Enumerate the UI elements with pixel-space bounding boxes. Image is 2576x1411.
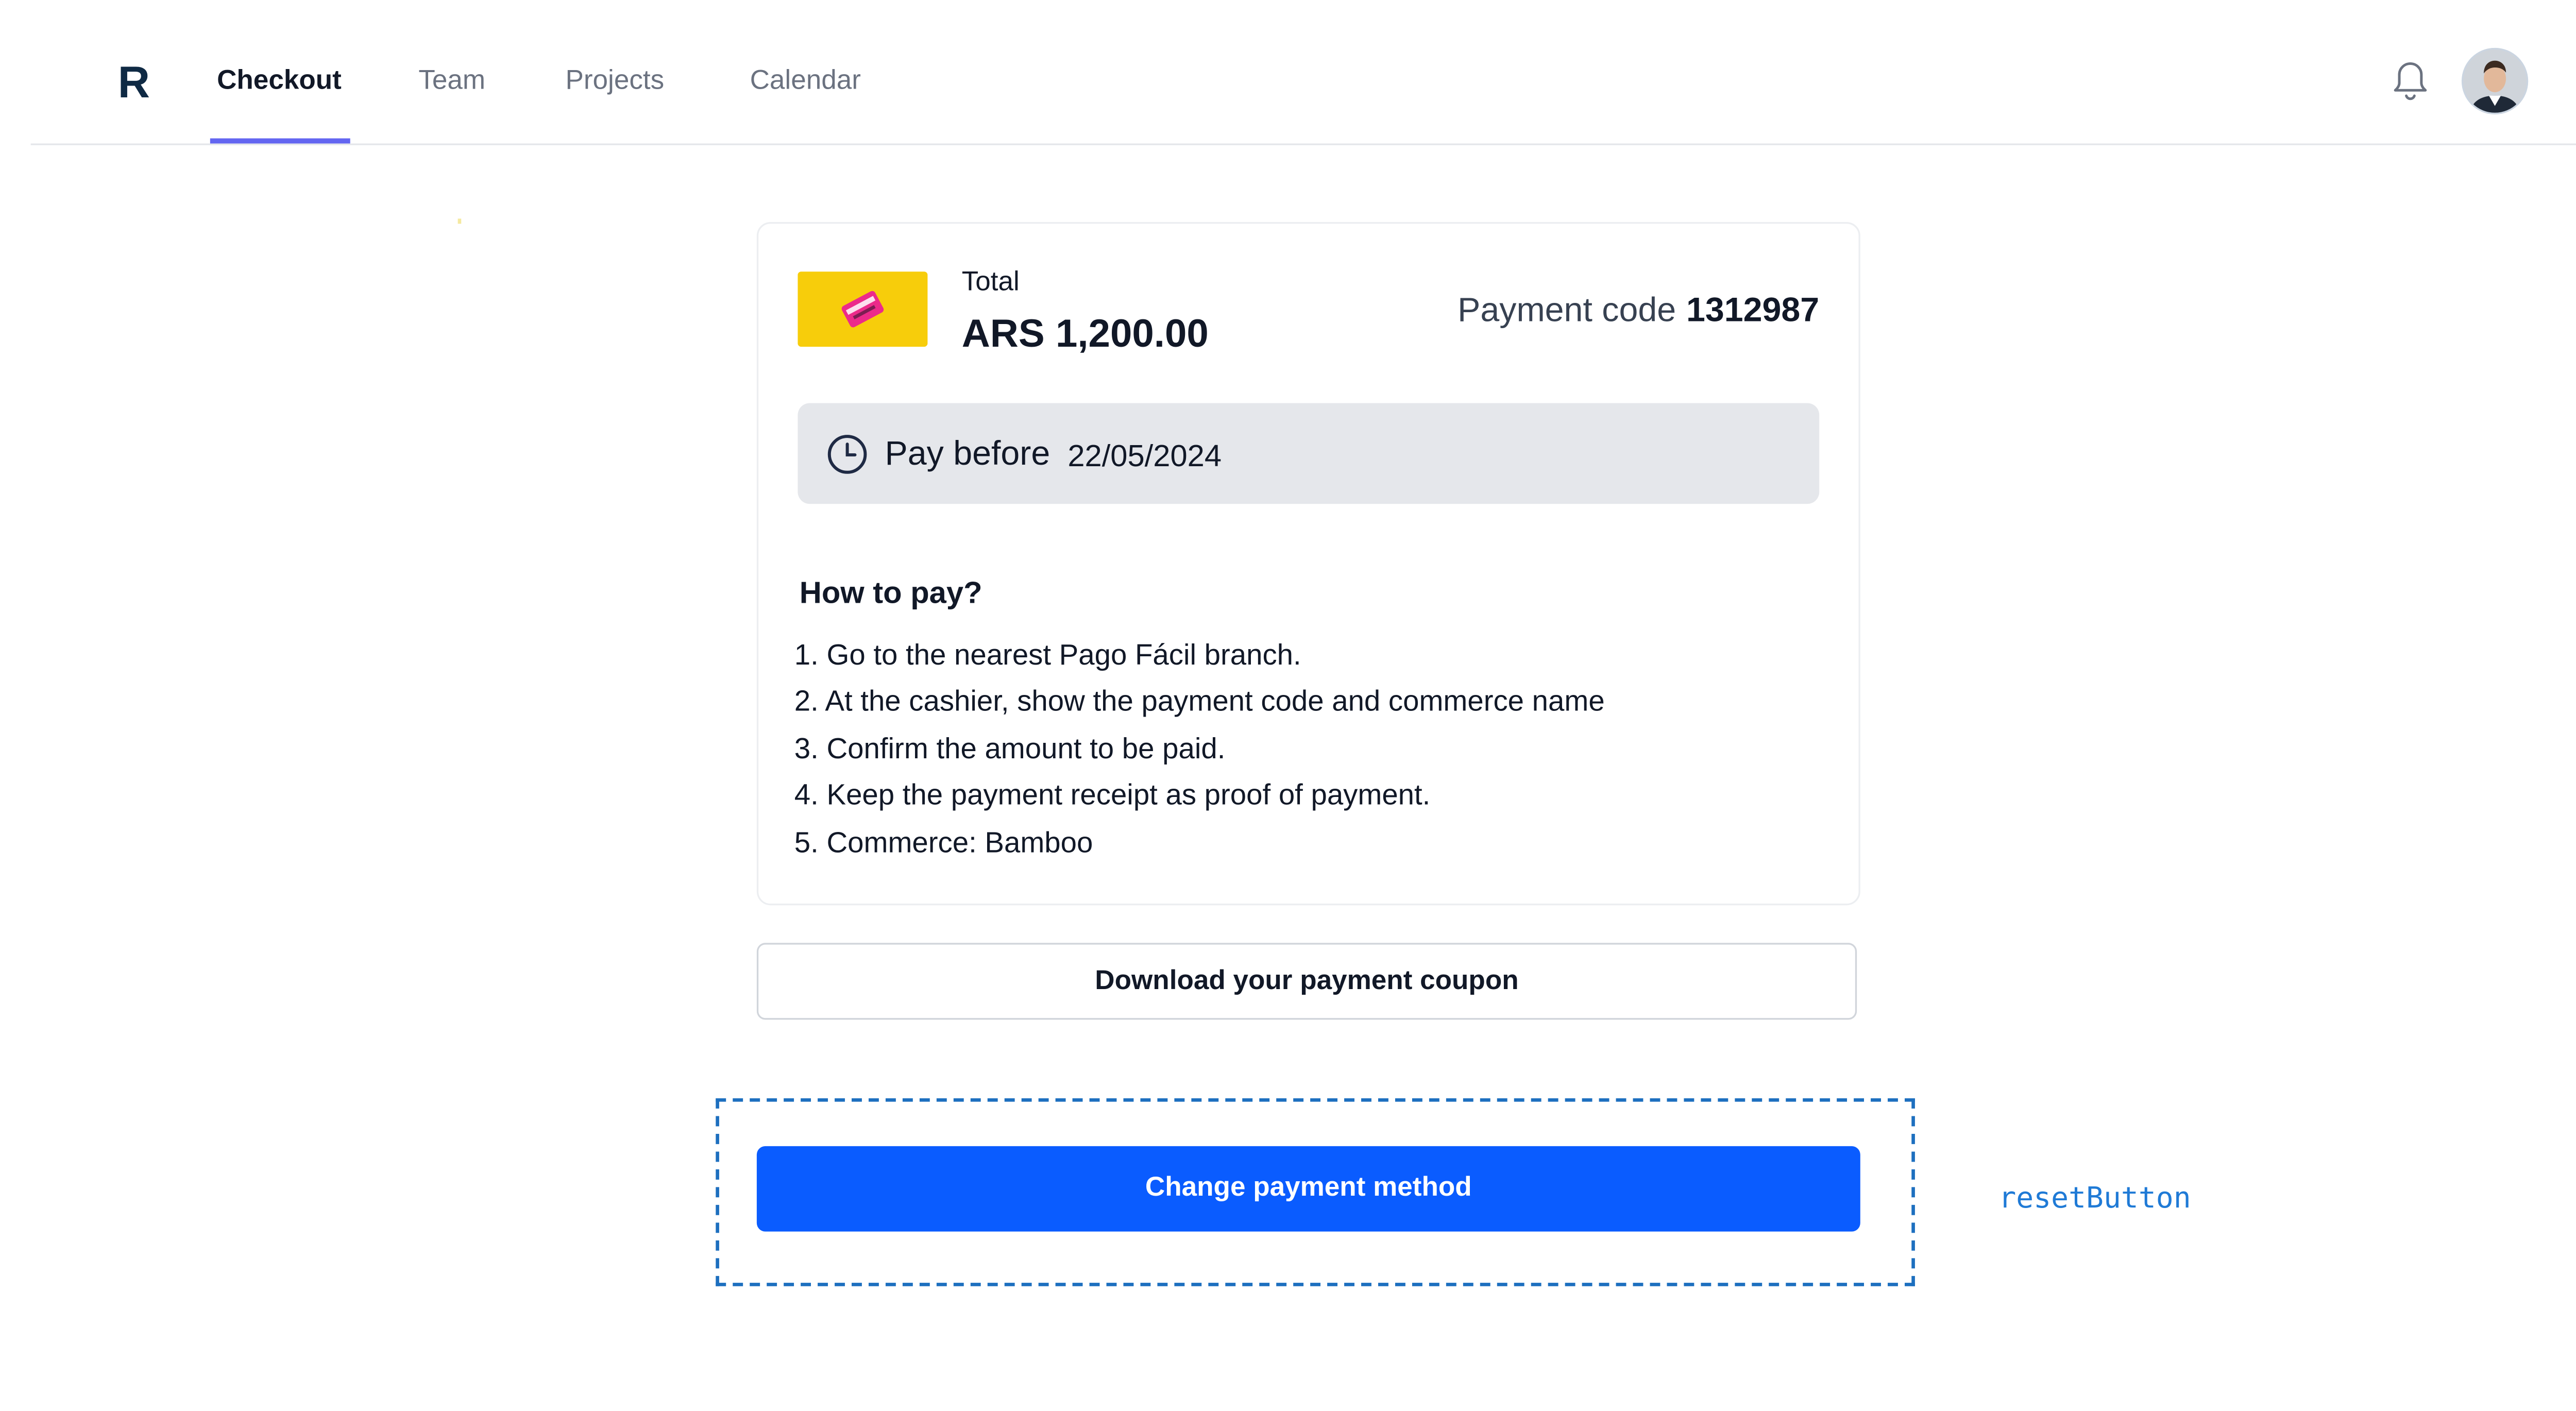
clock-icon — [827, 435, 867, 474]
pay-before-banner: Pay before 22/05/2024 — [798, 403, 1820, 504]
list-item: 5. Commerce: Bamboo — [794, 826, 1093, 859]
avatar-image — [2463, 49, 2527, 113]
list-item: 1. Go to the nearest Pago Fácil branch. — [794, 639, 1301, 672]
payment-steps-list: 1. Go to the nearest Pago Fácil branch. … — [794, 632, 1605, 866]
total-label: Total — [961, 268, 1020, 297]
decorative-dot — [457, 218, 462, 224]
tab-projects[interactable]: Projects — [565, 65, 664, 99]
tab-team[interactable]: Team — [418, 65, 485, 99]
page: R Checkout Team Projects Calendar Total … — [0, 0, 2576, 1411]
payment-code-label: Payment code — [1458, 292, 1676, 330]
payment-card: Total ARS 1,200.00 Payment code 1312987 P… — [756, 222, 1860, 906]
pago-facil-logo — [798, 271, 928, 347]
active-tab-indicator — [210, 138, 350, 144]
user-avatar[interactable] — [2463, 49, 2527, 113]
brand-logo[interactable]: R — [118, 55, 150, 109]
pay-before-label: Pay before — [885, 435, 1050, 473]
top-navbar: R Checkout Team Projects Calendar — [30, 0, 2576, 145]
payment-code: Payment code 1312987 — [1458, 288, 1819, 333]
pay-before-date: 22/05/2024 — [1067, 439, 1222, 473]
tab-checkout[interactable]: Checkout — [217, 65, 342, 99]
how-to-pay-title: How to pay? — [799, 575, 982, 610]
total-amount: ARS 1,200.00 — [961, 311, 1209, 355]
pago-facil-icon — [841, 291, 884, 328]
list-item: 3. Confirm the amount to be paid. — [794, 732, 1226, 765]
annotation-label: resetButton — [1998, 1182, 2191, 1216]
download-coupon-button[interactable]: Download your payment coupon — [756, 943, 1857, 1020]
tab-calendar[interactable]: Calendar — [750, 65, 861, 99]
list-item: 4. Keep the payment receipt as proof of … — [794, 779, 1431, 812]
change-payment-method-button[interactable]: Change payment method — [756, 1146, 1860, 1232]
payment-code-value[interactable]: 1312987 — [1686, 292, 1819, 330]
list-item: 2. At the cashier, show the payment code… — [794, 685, 1605, 718]
bell-icon[interactable] — [2388, 58, 2432, 106]
